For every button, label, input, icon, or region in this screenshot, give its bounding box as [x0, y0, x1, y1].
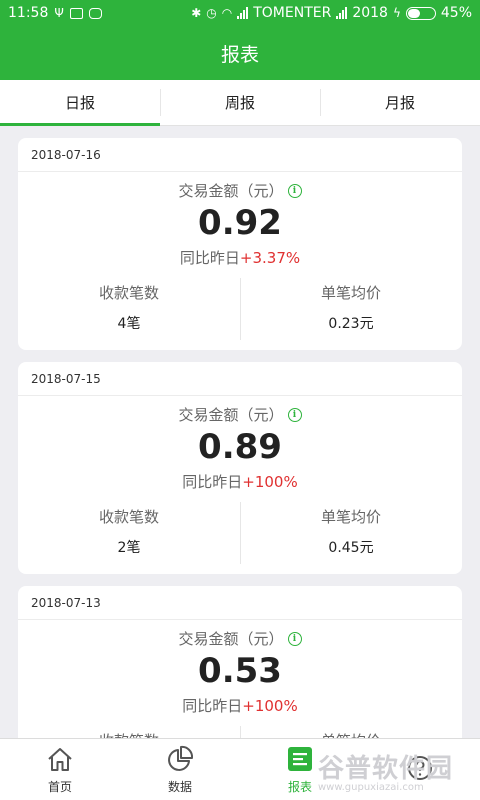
home-icon [48, 748, 72, 771]
tab-label: 月报 [384, 94, 415, 112]
battery-icon [405, 6, 436, 20]
tab-monthly[interactable]: 月报 [320, 80, 480, 125]
compare-row: 同比昨日+100% [18, 695, 462, 716]
title-bar: 报表 [0, 26, 480, 80]
nav-report[interactable]: 报表 [240, 739, 360, 800]
help-icon [408, 755, 432, 780]
amount-label-row: 交易金额（元） i [18, 628, 462, 649]
compare-row: 同比昨日+3.37% [18, 247, 462, 268]
stat-average-label: 单笔均价 [320, 508, 381, 526]
alarm-icon: ◷ [206, 6, 217, 20]
nav-home[interactable]: 首页 [0, 739, 120, 800]
carrier-name: TOMENTER [253, 5, 332, 21]
amount-label-row: 交易金额（元） i [18, 180, 462, 201]
signal-icon [237, 7, 249, 19]
battery-percent: 45% [440, 5, 472, 21]
page-title: 报表 [220, 43, 259, 66]
tab-weekly[interactable]: 周报 [160, 80, 320, 125]
stat-count: 收款笔数 4笔 [18, 278, 240, 340]
stat-average-value: 0.23元 [328, 316, 374, 332]
status-bar: 11:58 Ψ ✱ ◷ ◠ TOMENTER 2018 ϟ 45% [0, 0, 480, 26]
nav-data[interactable]: 数据 [120, 739, 240, 800]
stat-average-label: 单笔均价 [320, 284, 381, 302]
nav-help[interactable] [360, 739, 480, 800]
stat-average-value: 0.45元 [328, 540, 374, 556]
stat-average: 单笔均价 [240, 726, 462, 738]
nav-home-label: 首页 [47, 780, 72, 794]
compare-delta: +100% [242, 473, 298, 491]
tab-label: 周报 [224, 94, 255, 112]
stats-row: 收款笔数 2笔 单笔均价 0.45元 [18, 502, 462, 564]
amount-label-row: 交易金额（元） i [18, 404, 462, 425]
carrier-name-2: 2018 [352, 5, 388, 21]
report-tabs: 日报 周报 月报 [0, 80, 480, 126]
report-list[interactable]: 2018-07-16 交易金额（元） i 0.92 同比昨日+3.37% 收款笔… [0, 126, 480, 738]
stat-average: 单笔均价 0.23元 [240, 278, 462, 340]
status-time: 11:58 [8, 5, 49, 21]
info-icon[interactable]: i [287, 183, 302, 198]
stat-count: 收款笔数 [18, 726, 240, 738]
message-icon [69, 7, 83, 19]
stats-row: 收款笔数 单笔均价 [18, 726, 462, 738]
nav-data-label: 数据 [167, 780, 192, 794]
report-card[interactable]: 2018-07-13 交易金额（元） i 0.53 同比昨日+100% 收款笔数… [18, 586, 462, 738]
tab-label: 日报 [64, 94, 95, 112]
compare-label: 同比昨日 [182, 473, 243, 491]
amount-label: 交易金额（元） [178, 406, 284, 424]
amount-value: 0.53 [198, 651, 282, 691]
compare-delta: +100% [242, 697, 298, 715]
android-icon [88, 7, 102, 19]
stats-row: 收款笔数 4笔 单笔均价 0.23元 [18, 278, 462, 340]
bottom-nav: 首页 数据 报表 [0, 738, 480, 800]
tab-daily[interactable]: 日报 [0, 80, 160, 126]
compare-label: 同比昨日 [179, 249, 240, 267]
stat-count-value: 4笔 [117, 316, 141, 332]
report-date: 2018-07-16 [18, 138, 462, 172]
stat-average-label: 单笔均价 [240, 730, 462, 738]
compare-delta: +3.37% [239, 249, 301, 267]
report-card[interactable]: 2018-07-15 交易金额（元） i 0.89 同比昨日+100% 收款笔数… [18, 362, 462, 574]
usb-icon: Ψ [54, 6, 64, 20]
stat-average: 单笔均价 0.45元 [240, 502, 462, 564]
stat-count-value: 2笔 [117, 540, 141, 556]
stat-count-label: 收款笔数 [98, 284, 159, 302]
info-icon[interactable]: i [287, 631, 302, 646]
report-icon [288, 747, 312, 771]
stat-count-label: 收款笔数 [98, 508, 159, 526]
stat-count-label: 收款笔数 [18, 730, 240, 738]
charging-icon: ϟ [392, 6, 401, 20]
report-date: 2018-07-13 [18, 586, 462, 620]
nav-report-label: 报表 [287, 780, 312, 794]
pie-chart-icon [168, 745, 194, 771]
wifi-icon: ◠ [221, 6, 233, 20]
amount-value: 0.92 [198, 203, 282, 243]
compare-label: 同比昨日 [182, 697, 243, 715]
amount-label: 交易金额（元） [178, 630, 284, 648]
info-icon[interactable]: i [287, 407, 302, 422]
report-card[interactable]: 2018-07-16 交易金额（元） i 0.92 同比昨日+3.37% 收款笔… [18, 138, 462, 350]
signal-icon-2 [336, 7, 348, 19]
stat-count: 收款笔数 2笔 [18, 502, 240, 564]
compare-row: 同比昨日+100% [18, 471, 462, 492]
amount-label: 交易金额（元） [178, 182, 284, 200]
amount-value: 0.89 [198, 427, 282, 467]
bluetooth-icon: ✱ [191, 6, 202, 20]
report-date: 2018-07-15 [18, 362, 462, 396]
